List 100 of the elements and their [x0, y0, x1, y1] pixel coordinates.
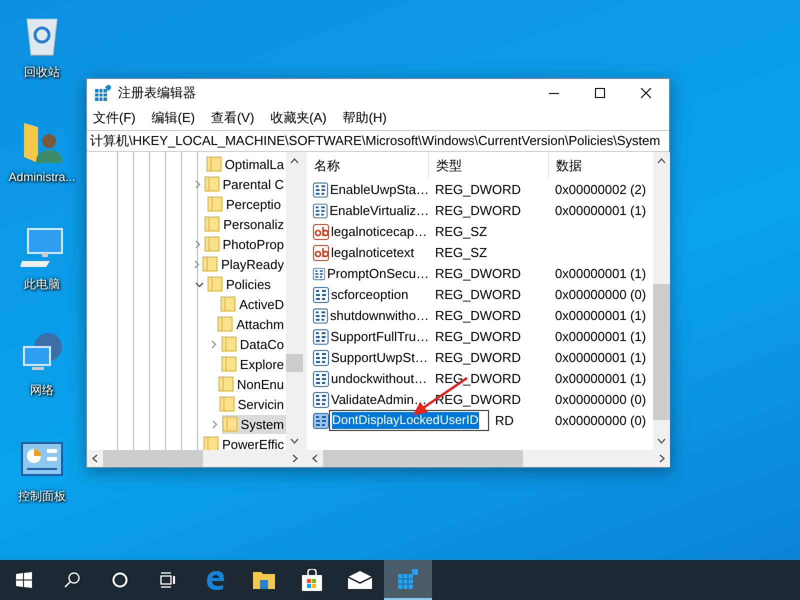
- chevron-right-icon[interactable]: [209, 340, 218, 348]
- value-type: REG_DWORD: [435, 203, 521, 218]
- shopping-bag-icon[interactable]: [301, 569, 323, 591]
- folder-icon: [218, 396, 235, 412]
- value-name[interactable]: SupportUwpSt…: [331, 350, 428, 365]
- tree-item[interactable]: Explore: [220, 354, 286, 374]
- folder-icon: [222, 416, 238, 432]
- value-name[interactable]: EnableUwpSta…: [330, 182, 429, 197]
- value-name[interactable]: undockwithout…: [331, 371, 428, 386]
- value-name[interactable]: legalnoticetext: [331, 245, 414, 260]
- chevron-down-icon[interactable]: [290, 438, 299, 444]
- browser-e-icon[interactable]: [206, 570, 226, 590]
- column-header[interactable]: 数据: [549, 152, 653, 179]
- folder-icon[interactable]: [253, 571, 275, 589]
- tree-item[interactable]: PowerEffic: [203, 434, 286, 450]
- chevron-up-icon[interactable]: [290, 158, 299, 164]
- binary-value-icon: [313, 412, 329, 428]
- tree-item[interactable]: Policies: [207, 274, 273, 294]
- tree-item[interactable]: ActiveD: [220, 294, 286, 314]
- scrollbar-thumb[interactable]: [323, 450, 523, 467]
- scrollbar-thumb[interactable]: [103, 450, 203, 467]
- folder-icon: [204, 176, 220, 192]
- tree-item[interactable]: NonEnu: [218, 374, 286, 394]
- chevron-right-icon[interactable]: [192, 240, 202, 248]
- value-type: REG_DWORD: [435, 182, 521, 197]
- chevron-left-icon[interactable]: [312, 454, 318, 463]
- value-name[interactable]: ValidateAdmin…: [331, 392, 427, 407]
- value-type: REG_DWORD: [435, 329, 521, 344]
- menu-item[interactable]: 文件(F): [93, 109, 136, 127]
- column-header[interactable]: 类型: [429, 152, 549, 179]
- folder-icon: [220, 356, 237, 372]
- close-icon[interactable]: [641, 88, 651, 98]
- value-data: 0x00000002 (2): [555, 182, 646, 197]
- horizontal-scrollbar[interactable]: [87, 450, 303, 467]
- tree-item[interactable]: OptimalLa: [206, 154, 286, 174]
- window-title: 注册表编辑器: [118, 84, 196, 102]
- value-data: 0x00000001 (1): [555, 203, 646, 218]
- menu-item[interactable]: 帮助(H): [342, 109, 387, 127]
- binary-value-icon: [313, 182, 328, 198]
- binary-value-icon: [313, 202, 328, 218]
- registry-cubes-icon[interactable]: [397, 568, 419, 590]
- string-value-icon: [313, 244, 329, 260]
- chevron-right-icon[interactable]: [192, 180, 202, 188]
- chevron-down-icon[interactable]: [657, 438, 666, 444]
- binary-value-icon: [313, 370, 329, 386]
- chevron-down-icon[interactable]: [194, 280, 204, 288]
- tree-item[interactable]: Attachm: [217, 314, 286, 334]
- tree-item[interactable]: Personaliz: [204, 214, 286, 234]
- value-data: 0x00000000 (0): [555, 392, 646, 407]
- chevron-right-icon[interactable]: [292, 454, 298, 463]
- menu-item[interactable]: 编辑(E): [152, 109, 195, 127]
- envelope-icon[interactable]: [348, 571, 372, 589]
- chevron-right-icon[interactable]: [210, 420, 219, 428]
- folder-icon: [207, 196, 223, 212]
- tree-item[interactable]: Parental C: [204, 174, 286, 194]
- value-data: 0x00000001 (1): [555, 329, 646, 344]
- value-data: 0x00000001 (1): [555, 371, 646, 386]
- column-header[interactable]: 名称: [307, 152, 429, 179]
- registry-cubes-icon: [95, 85, 111, 101]
- scrollbar-thumb[interactable]: [286, 354, 303, 372]
- value-type: REG_DWORD: [435, 308, 521, 323]
- chevron-right-icon[interactable]: [192, 260, 202, 268]
- tree-item[interactable]: System: [222, 414, 286, 434]
- tree-item[interactable]: PhotoProp: [204, 234, 286, 254]
- value-name[interactable]: shutdownwitho…: [330, 308, 429, 323]
- menu-item[interactable]: 收藏夹(A): [270, 109, 327, 127]
- address-field[interactable]: 计算机\HKEY_LOCAL_MACHINE\SOFTWARE\Microsoft\Windows\CurrentVersion\Policies\System: [87, 130, 669, 152]
- value-type: REG_DWORD: [435, 392, 521, 407]
- value-name[interactable]: PromptOnSecu…: [327, 266, 429, 281]
- search-icon[interactable]: [64, 572, 80, 588]
- value-name[interactable]: legalnoticecap…: [331, 224, 428, 239]
- tree-item[interactable]: PlayReady: [202, 254, 286, 274]
- rename-field[interactable]: DontDisplayLockedUserID: [329, 410, 489, 431]
- vertical-scrollbar[interactable]: [653, 152, 670, 450]
- chevron-up-icon[interactable]: [657, 158, 666, 164]
- circle-icon[interactable]: [112, 572, 128, 588]
- folder-icon: [218, 376, 234, 392]
- chevron-left-icon[interactable]: [92, 454, 98, 463]
- scrollbar-thumb[interactable]: [653, 284, 670, 420]
- menu-item[interactable]: 查看(V): [210, 109, 254, 127]
- value-data: 0x00000001 (1): [555, 308, 646, 323]
- windows-logo-icon[interactable]: [16, 572, 32, 588]
- task-view-icon[interactable]: [160, 572, 176, 588]
- value-type: REG_SZ: [435, 224, 488, 239]
- tree-item[interactable]: Perceptio: [207, 194, 283, 214]
- maximize-icon[interactable]: [595, 88, 605, 98]
- tree-item[interactable]: DataCo: [220, 334, 286, 354]
- value-data: 0x00000000 (0): [555, 413, 646, 428]
- tree-item[interactable]: Servicin: [218, 394, 286, 414]
- binary-value-icon: [313, 350, 329, 366]
- value-name[interactable]: EnableVirtualiz…: [330, 203, 429, 218]
- horizontal-scrollbar[interactable]: [307, 450, 670, 467]
- minimize-icon[interactable]: [549, 92, 559, 94]
- value-name[interactable]: scforceoption: [331, 287, 408, 302]
- folder-icon: [202, 256, 218, 272]
- value-type: REG_DWORD: [435, 350, 521, 365]
- value-name[interactable]: SupportFullTru…: [330, 329, 429, 344]
- value-type: RD: [495, 413, 514, 428]
- chevron-right-icon[interactable]: [659, 454, 665, 463]
- folder-icon: [220, 296, 236, 312]
